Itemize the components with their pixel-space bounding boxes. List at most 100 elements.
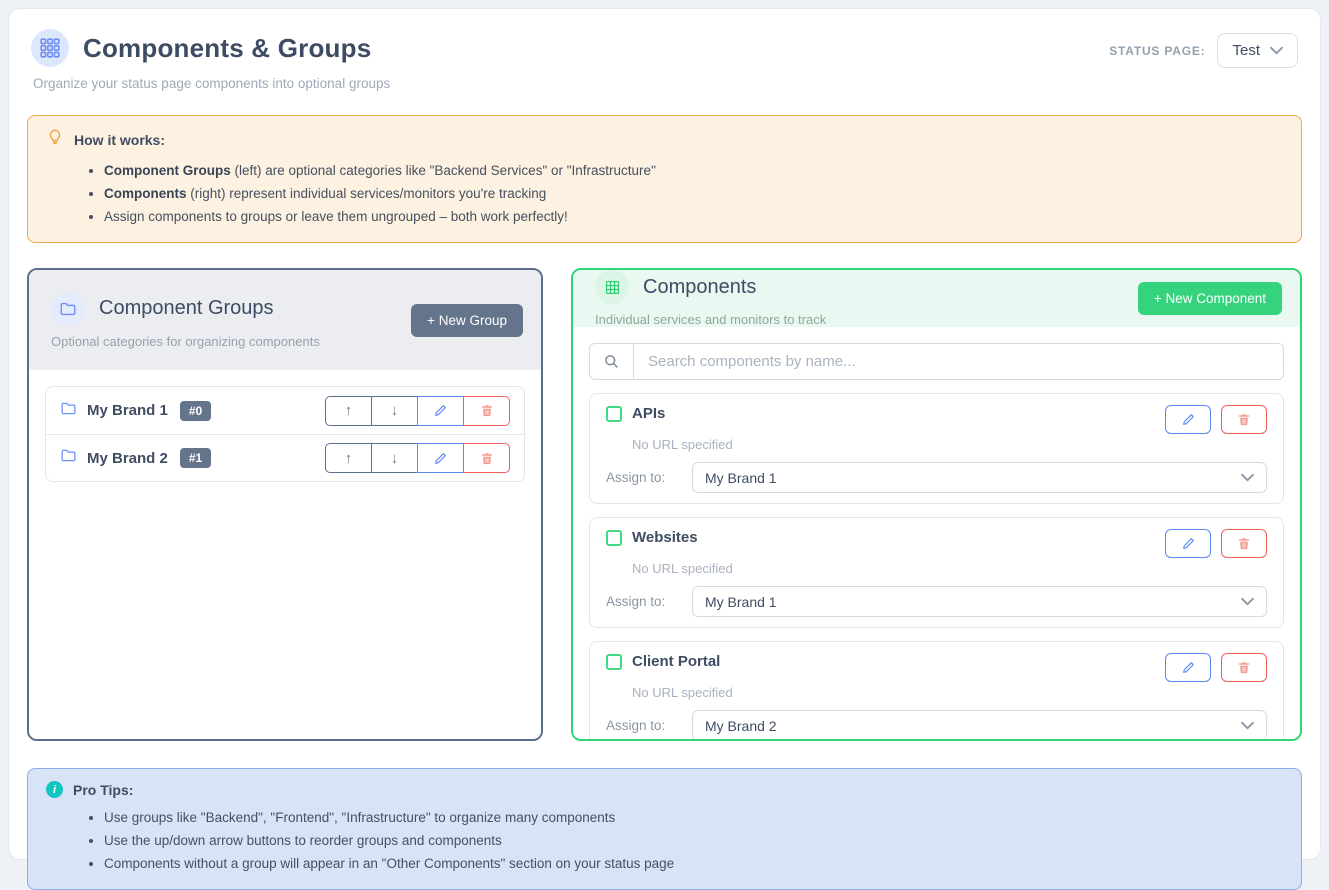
pro-tips-list: Use groups like "Backend", "Frontend", "… [104,806,1283,875]
chevron-down-icon [1241,597,1254,606]
folder-icon [60,400,77,422]
header-right: STATUS PAGE: Test [1109,33,1298,68]
pro-tips-item: Use the up/down arrow buttons to reorder… [104,829,1283,852]
edit-component-button[interactable] [1165,653,1211,682]
trash-icon [1237,412,1251,427]
new-component-button[interactable]: + New Component [1138,282,1282,315]
components-panel-body: APIs No URL specified A [573,327,1300,741]
assigned-group-value: My Brand 1 [705,470,777,486]
component-card: Client Portal No URL specified [589,641,1284,741]
chevron-down-icon [1241,721,1254,730]
up-arrow-icon: ↑ [345,450,353,467]
assign-to-label: Assign to: [606,718,692,733]
how-it-works-item: Assign components to groups or leave the… [104,205,1283,228]
lightbulb-icon [46,128,64,151]
page-subtitle: Organize your status page components int… [33,76,390,91]
group-actions: ↑ ↓ [325,443,510,473]
status-page-value: Test [1232,42,1260,59]
chevron-down-icon [1270,46,1283,55]
page-header: Components & Groups Organize your status… [27,29,1302,91]
component-card: APIs No URL specified A [589,393,1284,504]
pro-tips-box: i Pro Tips: Use groups like "Backend", "… [27,768,1302,890]
component-name: Client Portal [632,653,720,670]
move-up-button[interactable]: ↑ [325,396,372,426]
pencil-icon [1181,412,1196,427]
how-it-works-list: Component Groups (left) are optional cat… [104,159,1283,228]
search-icon [590,344,634,379]
group-row: My Brand 1 #0 ↑ ↓ [46,387,524,434]
how-it-works-item: Components (right) represent individual … [104,182,1283,205]
delete-component-button[interactable] [1221,529,1267,558]
component-url-status: No URL specified [632,685,1267,700]
trash-icon [480,451,494,466]
chevron-down-icon [1241,473,1254,482]
group-name: My Brand 1 [87,402,168,419]
pro-tips-item: Use groups like "Backend", "Frontend", "… [104,806,1283,829]
header-left: Components & Groups Organize your status… [31,29,390,91]
delete-component-button[interactable] [1221,653,1267,682]
status-page-label: STATUS PAGE: [1109,44,1205,58]
component-card: Websites No URL specified [589,517,1284,628]
assigned-group-value: My Brand 2 [705,718,777,734]
component-checkbox[interactable] [606,530,622,546]
groups-panel-body: My Brand 1 #0 ↑ ↓ [29,370,541,739]
new-group-button[interactable]: + New Group [411,304,523,337]
pencil-icon [433,451,448,466]
group-list: My Brand 1 #0 ↑ ↓ [45,386,525,482]
folder-icon [51,292,85,326]
edit-group-button[interactable] [417,443,464,473]
down-arrow-icon: ↓ [391,402,399,419]
pencil-icon [433,403,448,418]
edit-component-button[interactable] [1165,529,1211,558]
move-down-button[interactable]: ↓ [371,443,418,473]
group-row: My Brand 2 #1 ↑ ↓ [46,434,524,481]
groups-panel-header: Component Groups Optional categories for… [29,270,541,370]
info-icon: i [46,781,63,798]
components-panel: Components Individual services and monit… [571,268,1302,741]
pencil-icon [1181,660,1196,675]
component-name: APIs [632,405,665,422]
assign-to-label: Assign to: [606,594,692,609]
search-input[interactable] [634,344,1283,379]
delete-group-button[interactable] [463,443,510,473]
grid-table-icon [595,270,629,304]
components-panel-subtitle: Individual services and monitors to trac… [595,312,826,327]
component-checkbox[interactable] [606,406,622,422]
group-actions: ↑ ↓ [325,396,510,426]
assign-to-label: Assign to: [606,470,692,485]
groups-panel-title: Component Groups [99,297,274,320]
how-it-works-title: How it works: [74,132,165,148]
component-search [589,343,1284,380]
assign-group-select[interactable]: My Brand 1 [692,462,1267,493]
down-arrow-icon: ↓ [391,450,399,467]
how-it-works-item: Component Groups (left) are optional cat… [104,159,1283,182]
assign-group-select[interactable]: My Brand 2 [692,710,1267,741]
groups-panel-subtitle: Optional categories for organizing compo… [51,334,320,349]
panels-row: Component Groups Optional categories for… [27,268,1302,741]
trash-icon [480,403,494,418]
group-order-badge: #0 [180,401,211,421]
delete-component-button[interactable] [1221,405,1267,434]
components-panel-title: Components [643,276,756,299]
how-it-works-box: How it works: Component Groups (left) ar… [27,115,1302,243]
group-name: My Brand 2 [87,450,168,467]
assign-group-select[interactable]: My Brand 1 [692,586,1267,617]
delete-group-button[interactable] [463,396,510,426]
pro-tips-item: Components without a group will appear i… [104,852,1283,875]
component-url-status: No URL specified [632,561,1267,576]
up-arrow-icon: ↑ [345,402,353,419]
component-name: Websites [632,529,698,546]
trash-icon [1237,660,1251,675]
component-url-status: No URL specified [632,437,1267,452]
folder-icon [60,447,77,469]
components-grid-icon [31,29,69,67]
edit-component-button[interactable] [1165,405,1211,434]
move-down-button[interactable]: ↓ [371,396,418,426]
status-page-select[interactable]: Test [1217,33,1298,68]
pencil-icon [1181,536,1196,551]
assigned-group-value: My Brand 1 [705,594,777,610]
move-up-button[interactable]: ↑ [325,443,372,473]
page-title: Components & Groups [83,33,371,64]
component-checkbox[interactable] [606,654,622,670]
edit-group-button[interactable] [417,396,464,426]
